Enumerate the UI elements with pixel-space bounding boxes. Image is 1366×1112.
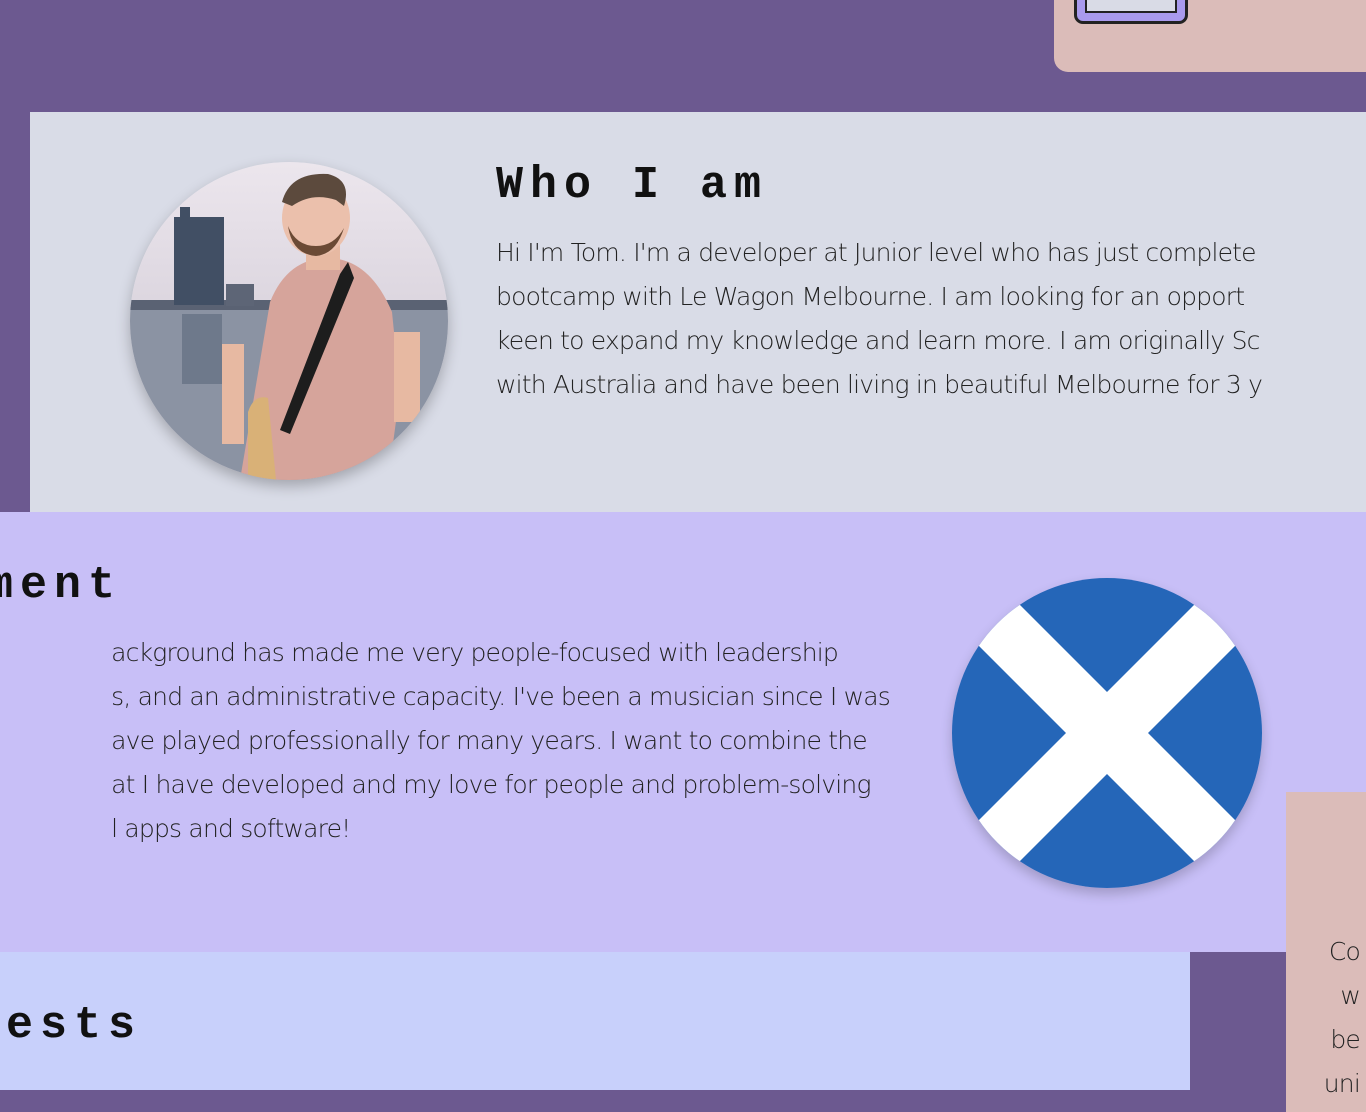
interests-section: rests bbox=[0, 952, 1190, 1090]
about-line: Hi I'm Tom. I'm a developer at Junior le… bbox=[496, 238, 1257, 267]
about-paragraph: Hi I'm Tom. I'm a developer at Junior le… bbox=[496, 231, 1366, 407]
card-button[interactable] bbox=[1074, 0, 1188, 24]
avatar bbox=[130, 162, 448, 480]
interests-heading: rests bbox=[0, 1000, 142, 1051]
side-card-line: be bbox=[1330, 1025, 1360, 1054]
saltire-icon bbox=[952, 578, 1262, 888]
about-line: keen to expand my knowledge and learn mo… bbox=[496, 326, 1260, 355]
card-button-inner bbox=[1085, 0, 1177, 13]
about-line: with Australia and have been living in b… bbox=[496, 370, 1263, 399]
profile-photo bbox=[130, 162, 448, 480]
side-card: Co w be uni bbox=[1286, 792, 1366, 1112]
environment-line: ackground has made me very people-focuse… bbox=[111, 638, 839, 667]
about-line: bootcamp with Le Wagon Melbourne. I am l… bbox=[496, 282, 1245, 311]
scotland-flag bbox=[952, 578, 1262, 888]
environment-line: ave played professionally for many years… bbox=[111, 726, 868, 755]
about-heading: Who I am bbox=[496, 160, 769, 211]
environment-paragraph: ackground has made me very people-focuse… bbox=[111, 631, 891, 851]
top-card bbox=[1054, 0, 1366, 72]
about-section: Who I am Hi I'm Tom. I'm a developer at … bbox=[30, 112, 1366, 512]
side-card-text: Co w be uni bbox=[1323, 930, 1361, 1106]
environment-line: s, and an administrative capacity. I've … bbox=[111, 682, 891, 711]
environment-section: ment ackground has made me very people-f… bbox=[0, 512, 1366, 952]
environment-line: l apps and software! bbox=[111, 814, 351, 843]
side-card-line: Co bbox=[1328, 937, 1361, 966]
environment-heading: ment bbox=[0, 560, 122, 611]
environment-line: at I have developed and my love for peop… bbox=[111, 770, 871, 799]
side-card-line: uni bbox=[1323, 1069, 1361, 1098]
side-card-line: w bbox=[1340, 981, 1360, 1010]
